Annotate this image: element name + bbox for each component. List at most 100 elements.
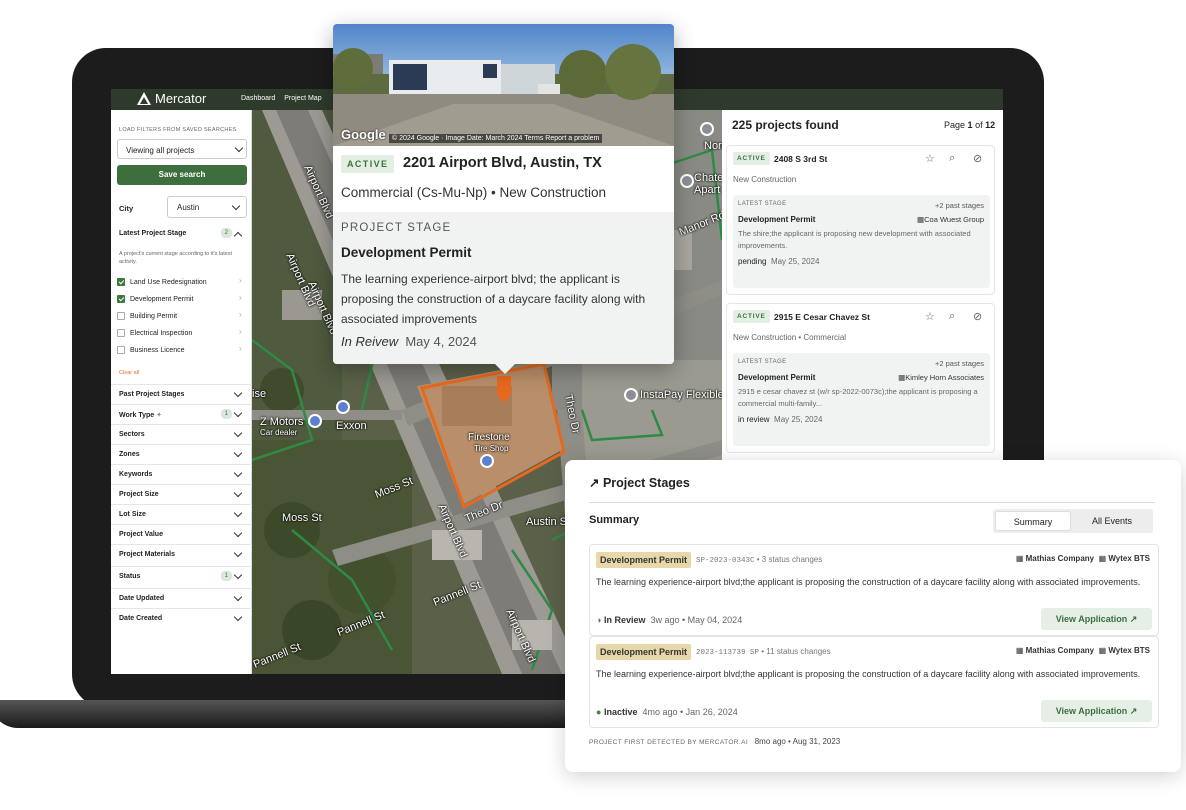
chevron-right-icon: ›	[239, 276, 242, 285]
checkbox-checked-icon[interactable]	[117, 278, 125, 286]
stage-entry: Development Permit SP-2023-0343C • 3 sta…	[589, 544, 1159, 636]
first-detected: PROJECT FIRST DETECTED BY MERCATOR.AI 8m…	[589, 737, 841, 746]
checkbox-icon[interactable]	[117, 346, 125, 354]
hide-icon[interactable]: ⊘	[973, 310, 982, 323]
chevron-down-icon	[233, 548, 243, 558]
stage-description: The learning experience-airport blvd; th…	[341, 272, 646, 326]
stage-option[interactable]: Land Use Redesignation	[117, 278, 207, 286]
city-select[interactable]: Austin	[167, 196, 247, 218]
building-icon: ▦	[1098, 646, 1107, 655]
chevron-down-icon	[233, 428, 243, 438]
filter-project-size[interactable]: Project Size	[111, 484, 252, 504]
filter-sidebar: LOAD FILTERS FROM SAVED SEARCHES Viewing…	[111, 110, 252, 674]
stage-option[interactable]: Electrical Inspection	[117, 329, 192, 337]
chevron-down-icon	[233, 508, 243, 518]
google-logo: Google	[341, 127, 386, 142]
stage-description: The learning experience-airport blvd;the…	[596, 577, 1141, 587]
arrow-up-right-icon: ↗	[1129, 706, 1138, 716]
project-card[interactable]: ACTIVE 2915 E Cesar Chavez St ☆ ⌕ ⊘ New …	[726, 303, 995, 453]
map-pin-icon[interactable]	[308, 414, 322, 428]
stage-option[interactable]: Business Licence	[117, 346, 184, 354]
filter-work-type[interactable]: Work Type ✦ 1	[111, 404, 252, 424]
star-icon[interactable]: ☆	[925, 310, 935, 323]
street-view-photo: Google © 2024 Google · Image Date: March…	[333, 24, 674, 146]
tab-all-events[interactable]: All Events	[1073, 511, 1151, 531]
stage-badge: Development Permit	[596, 552, 692, 568]
search-icon[interactable]: ⌕	[949, 152, 955, 165]
filter-project-value[interactable]: Project Value	[111, 524, 252, 544]
poi-label: Exxon	[336, 420, 367, 432]
latest-stage-filter[interactable]: Latest Project Stage 2	[111, 224, 252, 244]
filter-project-materials[interactable]: Project Materials	[111, 544, 252, 564]
save-search-button[interactable]: Save search	[117, 165, 247, 185]
filter-date-created[interactable]: Date Created	[111, 608, 252, 628]
chevron-down-icon	[233, 528, 243, 538]
card-type: New Construction	[733, 175, 797, 184]
sparkle-icon: ✦	[156, 412, 162, 419]
stage-option[interactable]: Development Permit	[117, 295, 193, 303]
saved-search-select[interactable]: Viewing all projects	[117, 139, 247, 159]
map-pin-icon[interactable]	[624, 388, 638, 402]
view-application-button[interactable]: View Application ↗	[1041, 608, 1152, 630]
project-stage-section: PROJECT STAGE Development Permit The lea…	[333, 212, 674, 364]
brand-logo[interactable]: Mercator	[137, 91, 206, 106]
view-tabs: Summary All Events	[993, 509, 1153, 533]
checkbox-icon[interactable]	[117, 312, 125, 320]
stage-entry: Development Permit 2023-113739 SP • 11 s…	[589, 636, 1159, 728]
project-card[interactable]: ACTIVE 2408 S 3rd St ☆ ⌕ ⊘ New Construct…	[726, 145, 995, 295]
clear-all-link[interactable]: Clear all	[119, 370, 139, 376]
search-icon[interactable]: ⌕	[949, 310, 955, 323]
building-icon: ▦	[1015, 554, 1024, 563]
half-circle-icon: ◑	[596, 615, 602, 625]
poi-label: Car dealer	[260, 428, 298, 437]
filter-status[interactable]: Status 1	[111, 566, 252, 586]
map-marker-icon[interactable]	[496, 376, 512, 404]
hide-icon[interactable]: ⊘	[973, 152, 982, 165]
map-pin-icon[interactable]	[700, 122, 714, 136]
status-badge: ACTIVE	[341, 155, 395, 173]
nav-dashboard[interactable]: Dashboard	[241, 95, 275, 102]
checkbox-checked-icon[interactable]	[117, 295, 125, 303]
chevron-down-icon	[233, 448, 243, 458]
building-icon: ▦	[1015, 646, 1024, 655]
tab-summary[interactable]: Summary	[995, 511, 1071, 531]
map-attribution: © 2024 Google · Image Date: March 2024 T…	[389, 134, 603, 143]
stage-option[interactable]: Building Permit	[117, 312, 177, 320]
mercator-logo-icon	[137, 92, 151, 105]
map-pin-icon[interactable]	[480, 454, 494, 468]
divider	[589, 502, 1155, 503]
map-pin-icon[interactable]	[680, 174, 694, 188]
building-icon: ▦	[1098, 554, 1107, 563]
nav-project-map[interactable]: Project Map	[284, 95, 321, 102]
results-count: 225 projects found	[732, 118, 839, 132]
poi-label: Apart	[694, 184, 721, 196]
poi-label: Z Motors	[260, 416, 304, 428]
filter-past-stages[interactable]: Past Project Stages	[111, 384, 252, 404]
project-popover: Google © 2024 Google · Image Date: March…	[333, 24, 674, 374]
filter-lot-size[interactable]: Lot Size	[111, 504, 252, 524]
checkbox-icon[interactable]	[117, 329, 125, 337]
filter-zones[interactable]: Zones	[111, 444, 252, 464]
chevron-down-icon	[233, 612, 243, 622]
status-badge: ACTIVE	[733, 310, 770, 323]
saved-searches-label: LOAD FILTERS FROM SAVED SEARCHES	[119, 127, 237, 133]
chevron-down-icon	[233, 388, 243, 398]
filter-date-updated[interactable]: Date Updated	[111, 588, 252, 608]
chevron-down-icon	[231, 201, 241, 211]
filter-sectors[interactable]: Sectors	[111, 424, 252, 444]
project-stages-panel: ↗ Project Stages Summary Summary All Eve…	[565, 460, 1181, 772]
chevron-down-icon	[233, 468, 243, 478]
chevron-down-icon	[233, 488, 243, 498]
past-stages-link[interactable]: +2 past stages	[935, 201, 984, 210]
chevron-down-icon	[233, 592, 243, 602]
view-application-button[interactable]: View Application ↗	[1041, 700, 1152, 722]
chevron-down-icon	[233, 408, 243, 418]
section-heading: Summary	[589, 514, 640, 526]
past-stages-link[interactable]: +2 past stages	[935, 359, 984, 368]
map-pin-icon[interactable]	[336, 400, 350, 414]
chevron-right-icon: ›	[239, 293, 242, 302]
star-icon[interactable]: ☆	[925, 152, 935, 165]
organizations: ▦ Mathias Company ▦ Wytex BTS	[1015, 646, 1150, 655]
filter-keywords[interactable]: Keywords	[111, 464, 252, 484]
organization: ▦Coa Wuest Group	[917, 215, 984, 224]
